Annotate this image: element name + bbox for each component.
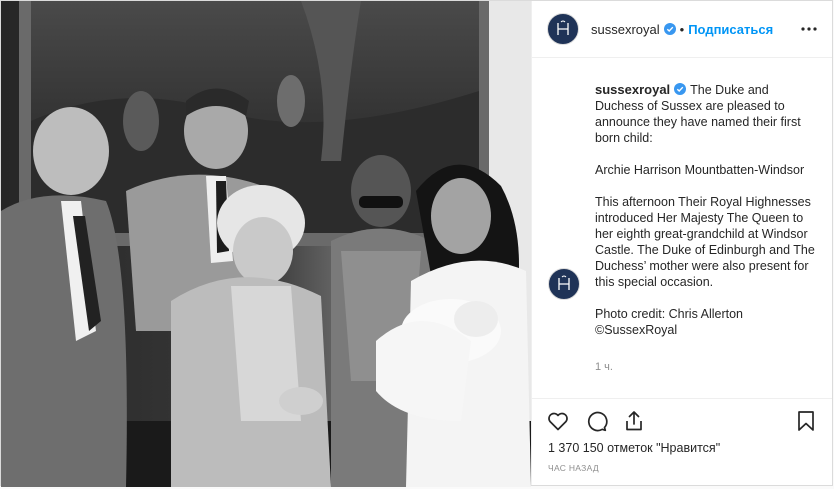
instagram-post: sussexroyal • Подписаться sussexroyal Th…	[0, 0, 833, 487]
caption-paragraph: Photo credit: Chris Allerton ©SussexRoya…	[595, 307, 743, 337]
comments-area: sussexroyal The Duke and Duchess of Susse…	[532, 58, 832, 398]
caption-paragraph: sussexroyal The Duke and Duchess of Susse…	[595, 82, 820, 146]
heart-icon[interactable]	[546, 409, 570, 433]
post-timestamp[interactable]: час назад	[548, 463, 599, 473]
caption-avatar[interactable]	[548, 268, 580, 300]
post-caption: sussexroyal The Duke and Duchess of Susse…	[595, 82, 820, 354]
more-options-icon[interactable]	[801, 19, 817, 35]
caption-time[interactable]: 1 ч.	[595, 361, 613, 373]
bookmark-icon	[798, 411, 814, 431]
action-icons	[546, 409, 646, 433]
family-photo-image	[1, 1, 531, 487]
header-username[interactable]: sussexroyal	[591, 22, 660, 37]
caption-username[interactable]: sussexroyal	[595, 82, 670, 97]
monogram-icon	[558, 275, 570, 290]
post-sidebar: sussexroyal • Подписаться sussexroyal Th…	[531, 1, 832, 485]
likes-count[interactable]: 1 370 150 отметок "Нравится"	[548, 441, 720, 455]
caption-paragraph: This afternoon Their Royal Highnesses in…	[595, 195, 815, 289]
save-button[interactable]	[794, 409, 818, 433]
follow-button[interactable]: Подписаться	[688, 22, 773, 37]
monogram-icon	[557, 20, 569, 35]
post-photo[interactable]	[1, 1, 531, 487]
post-actions: 1 370 150 отметок "Нравится" час назад	[532, 398, 832, 489]
ellipsis-icon	[801, 27, 817, 31]
avatar[interactable]	[547, 13, 579, 45]
separator-dot: •	[679, 21, 685, 37]
post-header: sussexroyal • Подписаться	[532, 1, 832, 58]
share-icon[interactable]	[622, 409, 646, 433]
verified-badge-icon	[663, 23, 676, 35]
comment-icon[interactable]	[584, 409, 608, 433]
caption-paragraph: Archie Harrison Mountbatten-Windsor	[595, 163, 805, 177]
verified-badge-icon	[674, 83, 687, 95]
